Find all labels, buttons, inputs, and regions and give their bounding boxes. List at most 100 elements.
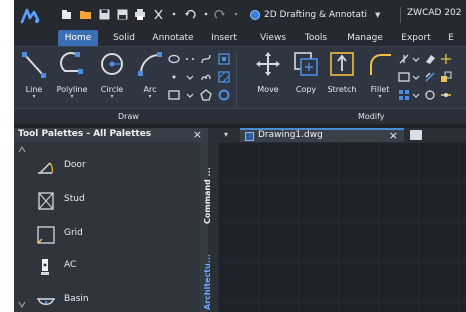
point-icon[interactable] [168, 71, 180, 83]
palette-close-icon[interactable]: × [193, 128, 202, 141]
tool-basin[interactable]: Basin [36, 288, 186, 312]
scale-icon[interactable] [440, 71, 452, 83]
workspace-name: 2D Drafting & Annotati [264, 10, 368, 20]
ribbon-tabs: Home Solid Annotate Insert Views Tools M… [14, 30, 466, 46]
tool-stud[interactable]: Stud [36, 188, 186, 214]
zwcad-logo-icon[interactable] [18, 4, 42, 28]
spline-icon[interactable] [200, 53, 212, 65]
polyline-label: Polyline ▾ [56, 85, 88, 100]
line-button[interactable]: Line ▾ [16, 51, 52, 101]
erase-icon[interactable] [424, 53, 436, 65]
stretch-icon [330, 52, 354, 76]
zwcad-window: 2D Drafting & Annotati ▼ ZWCAD 202 Home … [14, 0, 466, 312]
command-tab-label: Command ... [203, 167, 212, 224]
new-file-icon[interactable] [60, 8, 72, 20]
undo-icon[interactable] [184, 8, 196, 20]
circle-button[interactable]: Circle ▾ [94, 51, 130, 101]
dropdown-icon[interactable] [184, 71, 196, 83]
open-folder-icon[interactable] [80, 8, 92, 20]
app-title: ZWCAD 202 [407, 8, 462, 18]
tab-tools[interactable]: Tools [300, 30, 332, 46]
explode-icon[interactable] [440, 53, 452, 65]
fillet-icon [370, 54, 391, 75]
arc-icon [138, 52, 162, 76]
dots-icon[interactable] [184, 53, 196, 65]
print-icon[interactable] [134, 8, 146, 20]
polyline-button[interactable]: Polyline ▾ [54, 51, 90, 101]
document-tab[interactable]: Drawing1.dwg × [240, 128, 404, 142]
fillet-label: Fillet ▾ [370, 85, 390, 100]
hatch-icon[interactable] [218, 71, 230, 83]
command-vertical-tab[interactable]: Command ... [201, 156, 215, 226]
tool-label: Grid [64, 228, 83, 238]
stud-icon [38, 192, 54, 210]
modify-panel-label: Modify [358, 112, 385, 121]
tool-label: Stud [64, 194, 85, 204]
palette-body: Door Stud Grid AC Basin [14, 142, 200, 312]
ellipse-icon[interactable] [168, 53, 180, 65]
trim-dropdown-icon[interactable] [410, 53, 422, 65]
chevron-down-icon: ▼ [375, 11, 381, 19]
title-separator [400, 7, 401, 23]
fillet-button[interactable]: Fillet ▾ [362, 51, 398, 101]
document-close-icon[interactable]: × [389, 129, 398, 142]
tab-solid[interactable]: Solid [108, 30, 140, 46]
array-dropdown-icon[interactable] [410, 89, 422, 101]
architecture-vertical-tab[interactable]: Architectu... [201, 238, 215, 312]
tab-e[interactable]: E [444, 30, 458, 46]
tab-insert[interactable]: Insert [206, 30, 242, 46]
save-as-icon[interactable] [116, 8, 128, 20]
donut-icon[interactable] [218, 89, 230, 101]
grid-icon [37, 226, 55, 244]
tab-home[interactable]: Home [58, 30, 98, 46]
palette-scrollbar[interactable] [17, 142, 27, 312]
array-icon[interactable] [398, 89, 410, 101]
tool-ac[interactable]: AC [36, 254, 186, 280]
tab-annotate[interactable]: Annotate [150, 30, 196, 46]
join-icon[interactable] [440, 89, 452, 101]
tool-grid[interactable]: Grid [36, 222, 186, 248]
polyline-icon [60, 52, 83, 74]
redo-icon[interactable] [214, 8, 226, 20]
ac-icon [41, 259, 49, 275]
save-icon[interactable] [98, 8, 110, 20]
rectangle-icon[interactable] [168, 89, 180, 101]
architecture-tab-label: Architectu... [203, 254, 212, 310]
cut-icon[interactable] [152, 8, 164, 20]
tool-label: Basin [64, 294, 89, 304]
region-icon[interactable] [218, 53, 230, 65]
mirror-icon[interactable] [398, 71, 410, 83]
tool-palette: Tool Palettes - All Palettes × Door Stud… [14, 128, 212, 312]
document-menu-icon[interactable]: ▾ [224, 130, 228, 139]
more-dot-icon[interactable] [168, 8, 180, 20]
rotate-icon[interactable] [424, 89, 436, 101]
workspace-gear-icon [250, 10, 260, 20]
tab-export[interactable]: Export [398, 30, 434, 46]
tab-manage[interactable]: Manage [344, 30, 386, 46]
tool-label: Door [64, 160, 86, 170]
offset-icon[interactable] [424, 71, 436, 83]
move-button[interactable]: Move [250, 51, 286, 101]
document-area: ▾ Drawing1.dwg × [218, 128, 466, 312]
title-bar: 2D Drafting & Annotati ▼ ZWCAD 202 [14, 0, 466, 30]
new-drawing-tab-icon[interactable] [410, 130, 422, 140]
draw-panel-label: Draw [118, 112, 139, 121]
tab-views[interactable]: Views [256, 30, 290, 46]
arc-button[interactable]: Arc ▾ [132, 51, 168, 101]
ribbon-panel-labels: Draw Modify [14, 108, 466, 124]
mirror-dropdown-icon[interactable] [410, 71, 422, 83]
tool-door[interactable]: Door [36, 154, 186, 180]
stretch-button[interactable]: Stretch [324, 51, 360, 101]
line-icon [22, 52, 46, 78]
copy-button[interactable]: Copy [288, 51, 324, 101]
workspace-selector[interactable]: 2D Drafting & Annotati ▼ [250, 7, 380, 23]
polygon-icon[interactable] [200, 89, 212, 101]
drawing-canvas[interactable] [218, 142, 466, 312]
document-tab-bar: ▾ Drawing1.dwg × [218, 128, 466, 142]
palette-title-bar[interactable]: Tool Palettes - All Palettes × [14, 128, 208, 142]
trim-icon[interactable] [398, 53, 410, 65]
revcloud-icon[interactable] [200, 71, 212, 83]
undo-dropdown-icon[interactable] [200, 8, 212, 20]
redo-dropdown-icon[interactable] [230, 8, 242, 20]
rect-dropdown-icon[interactable] [184, 89, 196, 101]
